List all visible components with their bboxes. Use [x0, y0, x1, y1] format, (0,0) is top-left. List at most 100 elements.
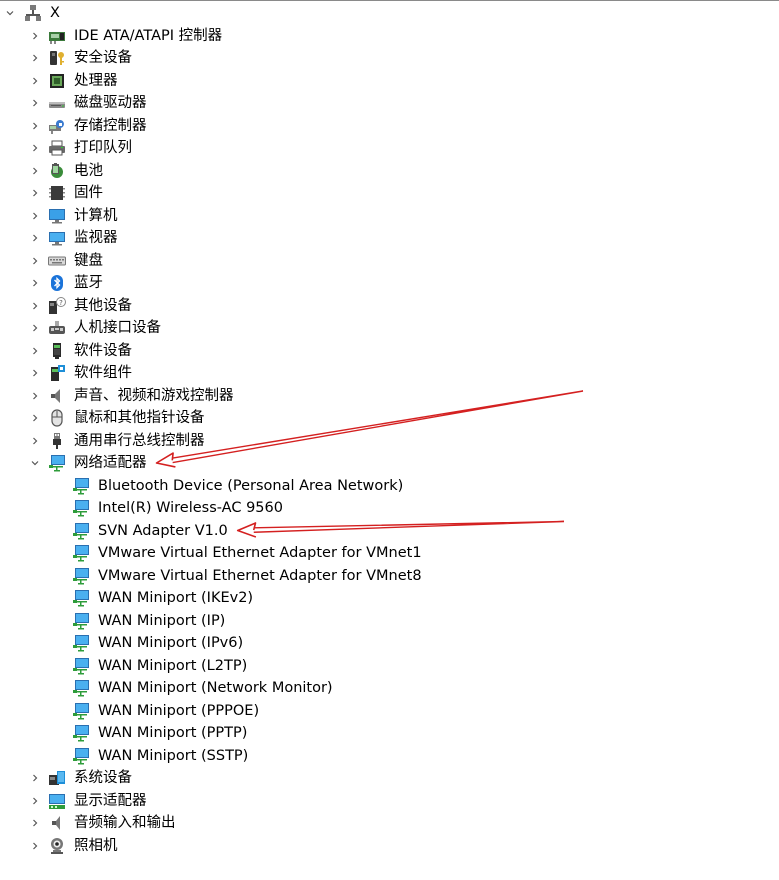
tree-item-label: VMware Virtual Ethernet Adapter for VMne…	[98, 545, 422, 561]
device-item[interactable]: VMware Virtual Ethernet Adapter for VMne…	[0, 565, 560, 587]
category-keyboard[interactable]: 键盘	[0, 250, 560, 272]
chevron-right-icon[interactable]	[29, 52, 41, 64]
tree-root[interactable]: X	[0, 2, 560, 24]
ide-controller-icon	[48, 27, 66, 45]
tree-item-label: WAN Miniport (SSTP)	[98, 747, 249, 764]
tree-item-label: Intel(R) Wireless-AC 9560	[98, 500, 283, 516]
network-adapter-icon	[72, 702, 90, 720]
tree-item-label: 显示适配器	[74, 792, 147, 809]
device-item[interactable]: WAN Miniport (SSTP)	[0, 745, 560, 767]
chevron-right-icon[interactable]	[29, 165, 41, 177]
tree-item-label: 存储控制器	[74, 117, 147, 134]
chevron-right-icon[interactable]	[29, 817, 41, 829]
chevron-right-icon[interactable]	[29, 367, 41, 379]
chevron-right-icon[interactable]	[29, 412, 41, 424]
chevron-right-icon[interactable]	[29, 795, 41, 807]
network-adapter-icon	[72, 679, 90, 697]
tree-item-label: 通用串行总线控制器	[74, 432, 205, 449]
category-firmware[interactable]: 固件	[0, 182, 560, 204]
network-adapter-icon	[72, 499, 90, 517]
tree-item-label: VMware Virtual Ethernet Adapter for VMne…	[98, 567, 422, 584]
printer-icon	[48, 139, 66, 157]
tree-item-label: WAN Miniport (IP)	[98, 612, 226, 629]
chevron-right-icon[interactable]	[29, 277, 41, 289]
device-item[interactable]: Bluetooth Device (Personal Area Network)	[0, 475, 560, 497]
tree-item-label: 系统设备	[74, 770, 132, 786]
network-adapter-icon	[72, 567, 90, 585]
device-item[interactable]: WAN Miniport (IKEv2)	[0, 587, 560, 609]
chevron-right-icon[interactable]	[29, 300, 41, 312]
chevron-right-icon[interactable]	[29, 142, 41, 154]
chevron-down-icon[interactable]	[4, 7, 16, 19]
device-item[interactable]: WAN Miniport (Network Monitor)	[0, 677, 560, 699]
tree-item-label: 其他设备	[74, 297, 132, 314]
tree-item-label: WAN Miniport (Network Monitor)	[98, 680, 333, 696]
chevron-right-icon[interactable]	[29, 75, 41, 87]
device-item[interactable]: WAN Miniport (PPPOE)	[0, 700, 560, 722]
category-usb[interactable]: 通用串行总线控制器	[0, 430, 560, 452]
category-security-key[interactable]: 安全设备	[0, 47, 560, 69]
chevron-right-icon[interactable]	[29, 97, 41, 109]
category-speaker[interactable]: 声音、视频和游戏控制器	[0, 385, 560, 407]
category-software-device[interactable]: 软件设备	[0, 340, 560, 362]
device-item[interactable]: SVN Adapter V1.0	[0, 520, 560, 542]
category-bluetooth[interactable]: 蓝牙	[0, 272, 560, 294]
category-battery[interactable]: 电池	[0, 160, 560, 182]
tree-item-label: 处理器	[74, 72, 118, 89]
chevron-right-icon[interactable]	[29, 30, 41, 42]
chevron-right-icon[interactable]	[29, 187, 41, 199]
firmware-icon	[48, 184, 66, 202]
system-device-icon	[48, 769, 66, 787]
network-adapter-icon	[72, 544, 90, 562]
chevron-right-icon[interactable]	[29, 390, 41, 402]
tree-item-label: WAN Miniport (IPv6)	[98, 635, 244, 651]
network-adapter-icon	[72, 634, 90, 652]
chevron-right-icon[interactable]	[29, 840, 41, 852]
device-item[interactable]: WAN Miniport (IPv6)	[0, 632, 560, 654]
tree-item-label: WAN Miniport (IKEv2)	[98, 590, 254, 606]
chevron-right-icon[interactable]	[29, 772, 41, 784]
chevron-right-icon[interactable]	[29, 120, 41, 132]
chevron-right-icon[interactable]	[29, 232, 41, 244]
device-item[interactable]: WAN Miniport (IP)	[0, 610, 560, 632]
category-network-adapter[interactable]: 网络适配器	[0, 452, 560, 474]
category-mouse[interactable]: 鼠标和其他指针设备	[0, 407, 560, 429]
display-adapter-icon	[48, 792, 66, 810]
monitor-icon	[48, 229, 66, 247]
chevron-right-icon[interactable]	[29, 210, 41, 222]
device-item[interactable]: Intel(R) Wireless-AC 9560	[0, 497, 560, 519]
device-item[interactable]: WAN Miniport (PPTP)	[0, 722, 560, 744]
category-display-adapter[interactable]: 显示适配器	[0, 790, 560, 812]
chevron-right-icon[interactable]	[29, 255, 41, 267]
category-computer[interactable]: 计算机	[0, 205, 560, 227]
tree-item-label: 磁盘驱动器	[74, 95, 147, 111]
network-adapter-icon	[72, 522, 90, 540]
svg-text:?: ?	[59, 299, 63, 307]
category-processor[interactable]: 处理器	[0, 70, 560, 92]
chevron-right-icon[interactable]	[29, 322, 41, 334]
window-top-border	[0, 0, 779, 1]
category-unknown-device[interactable]: ? 其他设备	[0, 295, 560, 317]
tree-item-label: WAN Miniport (PPPOE)	[98, 702, 260, 719]
category-audio-io[interactable]: 音频输入和输出	[0, 812, 560, 834]
category-software-component[interactable]: 软件组件	[0, 362, 560, 384]
tree-item-label: Bluetooth Device (Personal Area Network)	[98, 477, 404, 494]
category-printer[interactable]: 打印队列	[0, 137, 560, 159]
category-camera[interactable]: 照相机	[0, 835, 560, 857]
tree-item-label: 计算机	[74, 207, 118, 224]
network-adapter-icon	[72, 747, 90, 765]
tree-item-label: 电池	[74, 162, 103, 179]
category-hid[interactable]: 人机接口设备	[0, 317, 560, 339]
chevron-down-icon[interactable]	[29, 457, 41, 469]
device-item[interactable]: VMware Virtual Ethernet Adapter for VMne…	[0, 542, 560, 564]
tree-item-label: 打印队列	[74, 140, 132, 156]
software-component-icon	[48, 364, 66, 382]
category-system-device[interactable]: 系统设备	[0, 767, 560, 789]
device-item[interactable]: WAN Miniport (L2TP)	[0, 655, 560, 677]
chevron-right-icon[interactable]	[29, 435, 41, 447]
category-disk-drive[interactable]: 磁盘驱动器	[0, 92, 560, 114]
category-ide-controller[interactable]: IDE ATA/ATAPI 控制器	[0, 25, 560, 47]
category-monitor[interactable]: 监视器	[0, 227, 560, 249]
category-storage-controller[interactable]: 存储控制器	[0, 115, 560, 137]
chevron-right-icon[interactable]	[29, 345, 41, 357]
